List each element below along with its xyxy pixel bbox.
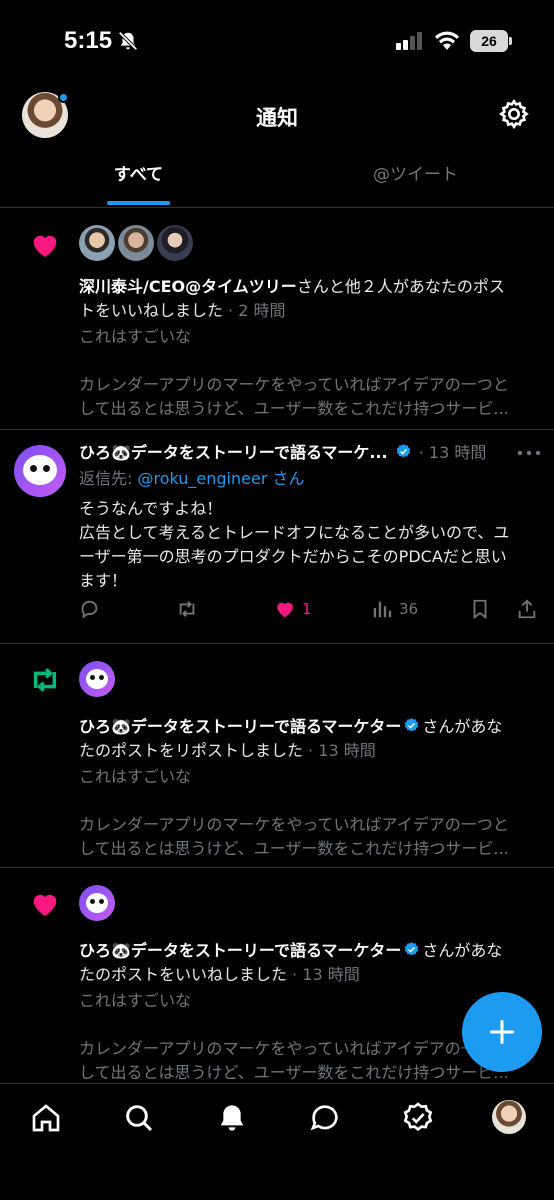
heart-icon bbox=[277, 602, 293, 618]
bottom-tab-bar bbox=[0, 1083, 554, 1200]
bell-slash-icon bbox=[118, 31, 138, 51]
bookmark-icon bbox=[473, 599, 487, 620]
repost-icon bbox=[33, 668, 57, 692]
tab-bar: すべて @ツイート bbox=[0, 150, 554, 208]
timestamp: · 13 時間 bbox=[287, 965, 360, 984]
verified-icon[interactable] bbox=[402, 1102, 434, 1134]
reply-context: 返信先: @roku_engineer さん bbox=[79, 469, 305, 488]
wifi-icon bbox=[435, 31, 459, 50]
signal-icon bbox=[396, 32, 422, 50]
timestamp: · 13 時間 bbox=[303, 741, 376, 760]
avatar[interactable] bbox=[79, 885, 115, 921]
heart-icon bbox=[33, 894, 57, 916]
status-bar: 5:15 26 bbox=[0, 0, 554, 84]
reply-button[interactable] bbox=[79, 598, 101, 620]
more-icon[interactable] bbox=[517, 450, 541, 456]
share-icon bbox=[518, 599, 536, 619]
views-button[interactable]: 36 bbox=[371, 598, 418, 620]
verified-icon bbox=[405, 718, 419, 732]
author-name[interactable]: ひろ🐼データをストーリーで語るマーケ... bbox=[79, 443, 388, 462]
profile-avatar[interactable] bbox=[492, 1100, 526, 1134]
repost-icon bbox=[179, 601, 195, 617]
tab-all[interactable]: すべて bbox=[0, 150, 277, 207]
avatar[interactable] bbox=[14, 445, 66, 497]
header: 通知 bbox=[0, 84, 554, 146]
home-icon[interactable] bbox=[30, 1102, 62, 1134]
bookmark-button[interactable] bbox=[469, 598, 491, 620]
actor-avatars bbox=[79, 885, 115, 921]
tweet-actions: 1 36 bbox=[0, 598, 554, 630]
tab-mentions[interactable]: @ツイート bbox=[277, 150, 554, 207]
notification-like[interactable]: 深川泰斗/CEO@タイムツリーさんと他２人があなたのポス トをいいねしました ·… bbox=[0, 208, 554, 430]
like-count: 1 bbox=[302, 600, 312, 618]
search-icon[interactable] bbox=[123, 1102, 155, 1134]
messages-icon[interactable] bbox=[309, 1102, 341, 1134]
timestamp: · 13 時間 bbox=[418, 443, 487, 462]
post-preview[interactable]: これはすごいな カレンダーアプリのマーケをやっていればアイデアの一つと して出る… bbox=[79, 765, 541, 861]
liker-avatars bbox=[79, 225, 193, 261]
avatar[interactable] bbox=[118, 225, 154, 261]
plus-icon bbox=[489, 1019, 515, 1045]
post-preview[interactable]: これはすごいな カレンダーアプリのマーケをやっていればアイデアの一つと して出る… bbox=[79, 325, 541, 421]
bar-chart-icon bbox=[373, 601, 392, 618]
notification-text: 深川泰斗/CEO@タイムツリーさんと他２人があなたのポス トをいいねしました ·… bbox=[79, 277, 505, 320]
reply-icon bbox=[81, 600, 98, 619]
heart-icon bbox=[33, 235, 57, 257]
actor-avatars bbox=[79, 661, 115, 697]
view-count: 36 bbox=[399, 600, 419, 618]
actor-name[interactable]: ひろ🐼データをストーリーで語るマーケター bbox=[79, 941, 401, 960]
share-button[interactable] bbox=[516, 598, 538, 620]
notification-text: ひろ🐼データをストーリーで語るマーケター さんがあな たのポストをリポストしました… bbox=[79, 717, 503, 760]
avatar[interactable] bbox=[79, 225, 115, 261]
active-tab-indicator bbox=[107, 201, 170, 205]
battery-indicator: 26 bbox=[470, 30, 508, 52]
actor-name[interactable]: ひろ🐼データをストーリーで語るマーケター bbox=[79, 717, 401, 736]
verified-icon bbox=[405, 942, 419, 956]
page-title: 通知 bbox=[256, 106, 298, 130]
tweet-text: そうなんですよね！ 広告として考えるとトレードオフになることが多いので、ユ ーザ… bbox=[79, 499, 510, 590]
like-button[interactable]: 1 bbox=[274, 598, 312, 620]
battery-tip bbox=[509, 37, 512, 45]
actor-name[interactable]: 深川泰斗/CEO@タイムツリー bbox=[79, 277, 297, 296]
notification-repost[interactable]: ひろ🐼データをストーリーで語るマーケター さんがあな たのポストをリポストしました… bbox=[0, 644, 554, 868]
bell-icon[interactable] bbox=[216, 1102, 248, 1134]
notification-text: ひろ🐼データをストーリーで語るマーケター さんがあな たのポストをいいねしました … bbox=[79, 941, 503, 984]
avatar[interactable] bbox=[157, 225, 193, 261]
verified-icon bbox=[396, 444, 410, 458]
gear-icon[interactable] bbox=[498, 98, 530, 130]
compose-button[interactable] bbox=[462, 992, 542, 1072]
avatar[interactable] bbox=[79, 661, 115, 697]
timestamp: · 2 時間 bbox=[223, 301, 286, 320]
tweet-header: ひろ🐼データをストーリーで語るマーケ... · 13 時間 bbox=[79, 441, 539, 465]
status-time: 5:15 bbox=[64, 27, 113, 54]
reply-handle-link[interactable]: @roku_engineer bbox=[137, 469, 267, 488]
repost-button[interactable] bbox=[176, 598, 198, 620]
